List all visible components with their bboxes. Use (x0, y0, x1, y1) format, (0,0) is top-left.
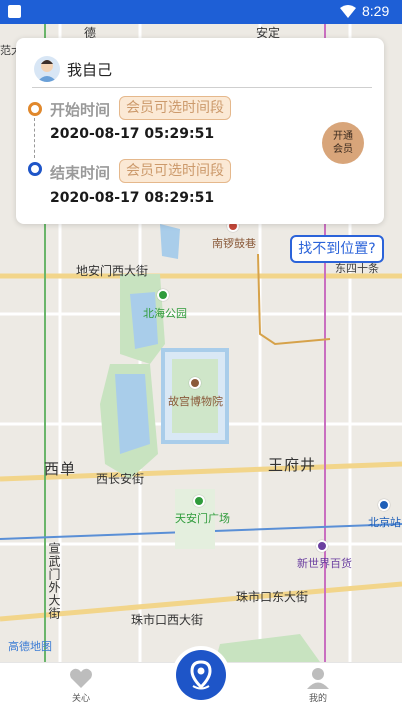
membership-line-2: 会员 (333, 144, 353, 155)
poi-label: 北京站 (368, 516, 401, 529)
status-bar: 8:29 (0, 0, 402, 24)
road-label: 王府井 (268, 456, 317, 474)
start-time-value[interactable]: 2020-08-17 05:29:51 (50, 126, 214, 142)
poi-pin (316, 540, 328, 552)
road-label: 西长安街 (96, 472, 145, 486)
time-range-card: 我自己 开始时间 会员可选时间段 2020-08-17 05:29:51 结束时… (16, 38, 384, 224)
heart-icon (70, 668, 92, 688)
tab-mine[interactable]: 我的 (278, 667, 358, 704)
end-member-tag[interactable]: 会员可选时间段 (119, 159, 231, 183)
user-avatar[interactable] (34, 56, 60, 82)
poi-label: 北海公园 (143, 307, 187, 320)
location-pin-icon (190, 660, 212, 690)
end-dot-icon (28, 162, 42, 176)
cant-find-location-button[interactable]: 找不到位置? (290, 235, 384, 263)
start-dot-icon (28, 102, 42, 116)
poi-label: 天安门广场 (175, 512, 230, 525)
road-label: 宣武门外大街 (47, 542, 61, 620)
map-logo: 高德地图 (8, 640, 52, 653)
poi-pin (157, 289, 169, 301)
end-time-value[interactable]: 2020-08-17 08:29:51 (50, 190, 214, 206)
clock: 8:29 (362, 3, 390, 19)
open-membership-button[interactable]: 开通 会员 (322, 122, 364, 164)
timeline-connector (34, 118, 35, 158)
poi-pin (193, 495, 205, 507)
tab-mine-label: 我的 (308, 694, 327, 704)
poi-label: 南锣鼓巷 (212, 237, 256, 250)
start-member-tag[interactable]: 会员可选时间段 (119, 96, 231, 120)
membership-line-1: 开通 (333, 131, 353, 142)
location-center-button[interactable] (172, 646, 230, 704)
user-name: 我自己 (67, 61, 113, 79)
road-label: 地安门西大街 (76, 264, 149, 278)
divider (32, 87, 372, 88)
road-label: 珠市口西大街 (131, 613, 204, 627)
tab-care[interactable]: 关心 (41, 667, 121, 704)
poi-pin (189, 377, 201, 389)
road-label: 珠市口东大街 (236, 590, 309, 604)
tab-care-label: 关心 (71, 694, 90, 704)
avatar-icon (37, 60, 57, 82)
wifi-icon (340, 5, 356, 18)
road-label: 西单 (44, 460, 77, 478)
user-icon (307, 668, 329, 689)
poi-pin (378, 499, 390, 511)
start-time-label: 开始时间 (50, 101, 111, 119)
poi-label: 故宫博物院 (168, 395, 223, 408)
poi-label: 新世界百货 (297, 557, 352, 570)
notification-icon (8, 5, 21, 18)
end-time-label: 结束时间 (50, 164, 111, 182)
